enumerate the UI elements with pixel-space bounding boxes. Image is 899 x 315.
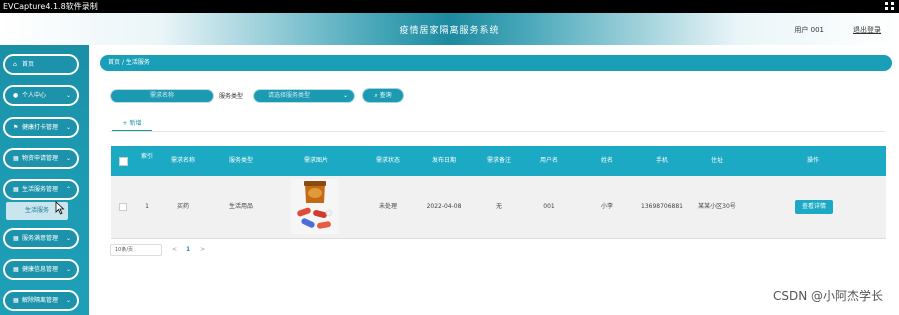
service-type-select[interactable]: 请选择服务类型 ⌄: [253, 89, 355, 103]
sidebar-item-label: 生活服务管理: [22, 186, 59, 193]
sidebar-item-release[interactable]: ▦ 解除隔离管理 ⌄: [3, 290, 79, 311]
grid-icon: ▦: [13, 266, 19, 273]
service-type-label: 服务类型: [219, 93, 244, 100]
table-row: 1 买药 生活用品 未处理 2022-04-08 无 001 小李 136987…: [111, 176, 886, 239]
breadcrumb: 首页 / 生活服务: [100, 55, 892, 71]
sidebar-item-home[interactable]: ⌂ 首页: [3, 54, 79, 75]
cell-username: 001: [543, 203, 555, 210]
page-header: 疫情居家隔离服务系统 用户 001 退出登录: [0, 13, 899, 45]
column-header-phone: 手机: [655, 157, 668, 164]
service-type-placeholder: 请选择服务类型: [268, 92, 311, 99]
sidebar: ⌂ 首页 ● 个人中心 ⌄ ⚑ 健康打卡管理 ⌄ ▦ 物资申请管理 ⌄ ▦ 生活服务管理 …: [0, 45, 89, 315]
table-header: 索引 需求名称 服务类型 需求图片 需求状态 发布日期 需求备注 用户名 姓名 …: [111, 146, 886, 176]
prev-page-icon[interactable]: <: [172, 244, 177, 256]
breadcrumb-home[interactable]: 首页: [108, 59, 120, 66]
search-icon: ⌕: [374, 92, 378, 99]
view-details-button[interactable]: 查看详情: [795, 200, 833, 214]
sidebar-item-label: 健康信息管理: [22, 266, 59, 273]
column-header-type: 服务类型: [228, 157, 253, 164]
grid-icon: ▦: [13, 235, 19, 242]
column-header-name: 需求名称: [170, 157, 195, 164]
mouse-cursor-icon: [55, 201, 65, 215]
chevron-down-icon: ⌄: [342, 92, 348, 99]
grid-icon: ▦: [13, 155, 19, 162]
search-name-input[interactable]: 需求名称: [110, 89, 214, 103]
cell-remark: 无: [495, 203, 502, 210]
grid-icon: ▦: [13, 297, 19, 304]
sidebar-item-label: 物资申请管理: [22, 155, 59, 162]
next-page-icon[interactable]: >: [200, 244, 205, 256]
sidebar-item-health-info[interactable]: ▦ 健康信息管理 ⌄: [3, 259, 79, 280]
sidebar-item-supplies[interactable]: ▦ 物资申请管理 ⌄: [3, 148, 79, 169]
breadcrumb-current: 生活服务: [125, 59, 150, 66]
home-icon: ⌂: [13, 61, 17, 68]
flag-icon: ⚑: [13, 124, 19, 131]
breadcrumb-separator: /: [121, 59, 124, 66]
page-size-select[interactable]: 10条/页: [110, 244, 162, 256]
chevron-down-icon: ⌄: [65, 124, 71, 131]
column-header-date: 发布日期: [431, 157, 456, 164]
chevron-down-icon: ⌄: [65, 297, 71, 304]
window-titlebar: EVCapture4.1.8软件录制: [0, 0, 899, 13]
sidebar-item-label: 首页: [22, 61, 35, 68]
cell-date: 2022-04-08: [426, 203, 462, 210]
sidebar-item-label: 解除隔离管理: [22, 297, 59, 304]
column-header-realname: 姓名: [600, 157, 613, 164]
cell-realname: 小李: [600, 203, 613, 210]
sidebar-item-satisfaction[interactable]: ▦ 服务满意管理 ⌄: [3, 228, 79, 249]
column-header-username: 用户名: [539, 157, 558, 164]
cell-status: 未处理: [378, 203, 397, 210]
grid-icon: ▦: [13, 186, 19, 193]
sidebar-item-life-service[interactable]: ▦ 生活服务管理 ⌃: [3, 179, 79, 200]
chevron-down-icon: ⌄: [65, 92, 71, 99]
system-title: 疫情居家隔离服务系统: [399, 26, 500, 36]
cell-type: 生活用品: [228, 203, 253, 210]
tab-divider: [110, 131, 885, 132]
chevron-down-icon: ⌄: [65, 155, 71, 162]
chevron-up-icon: ⌃: [65, 186, 71, 193]
watermark-text: CSDN @小阿杰学长: [772, 289, 883, 303]
add-button[interactable]: + 新增: [112, 118, 152, 132]
column-header-action: 操作: [806, 157, 819, 164]
query-button-label: 查询: [379, 92, 392, 99]
window-controls-icon[interactable]: [885, 2, 895, 11]
column-header-address: 住址: [710, 157, 723, 164]
cell-index: 1: [145, 203, 149, 210]
cell-address: 某某小区30号: [698, 203, 736, 210]
medicine-picture: [291, 179, 339, 234]
sidebar-item-profile[interactable]: ● 个人中心 ⌄: [3, 85, 79, 106]
cell-name: 买药: [176, 203, 189, 210]
row-checkbox[interactable]: [119, 203, 127, 211]
sidebar-item-label: 服务满意管理: [22, 235, 59, 242]
person-icon: ●: [13, 92, 19, 99]
chevron-down-icon: ⌄: [65, 266, 71, 273]
app-title: EVCapture4.1.8软件录制: [3, 2, 98, 11]
select-all-checkbox[interactable]: [119, 157, 128, 166]
sidebar-item-label: 个人中心: [22, 92, 47, 99]
column-header-remark: 需求备注: [486, 157, 511, 164]
logout-link[interactable]: 退出登录: [853, 25, 881, 35]
sidebar-item-health-checkin[interactable]: ⚑ 健康打卡管理 ⌄: [3, 117, 79, 138]
column-header-status: 需求状态: [375, 157, 400, 164]
cell-phone: 13698706881: [641, 203, 683, 210]
chevron-down-icon: ⌄: [65, 235, 71, 242]
sidebar-item-label: 健康打卡管理: [22, 124, 59, 131]
current-user: 用户 001: [794, 26, 824, 34]
query-button[interactable]: ⌕ 查询: [362, 88, 404, 103]
column-header-picture: 需求图片: [303, 157, 328, 164]
current-page[interactable]: 1: [186, 244, 190, 256]
